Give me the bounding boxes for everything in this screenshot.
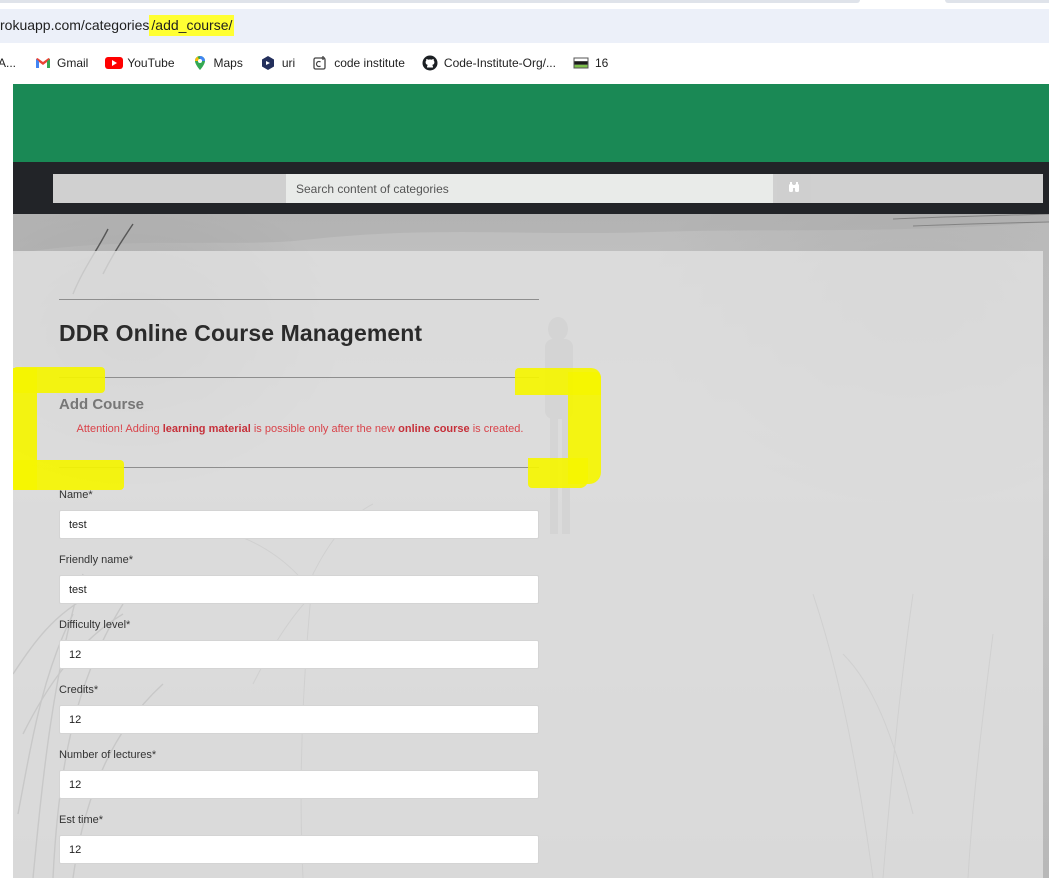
bookmark-github[interactable]: Code-Institute-Org/... [422, 55, 556, 71]
flag-icon [573, 55, 589, 71]
search-input[interactable] [286, 174, 773, 203]
page-title: DDR Online Course Management [59, 320, 423, 346]
bookmark-label: uri [281, 56, 296, 70]
credits-label: Credits* [59, 684, 99, 696]
site-header [13, 84, 1049, 162]
credits-field[interactable] [59, 705, 539, 734]
tab-strip [0, 0, 1049, 8]
uri-icon [260, 55, 276, 71]
bookmark-code-institute[interactable]: code institute [312, 55, 405, 71]
difficulty-level-label: Difficulty level* [59, 619, 131, 631]
github-icon [422, 55, 438, 71]
bookmark-label: A... [0, 56, 17, 70]
friendly-name-field[interactable] [59, 575, 539, 604]
est-time-label: Est time* [59, 814, 104, 826]
url-highlight: /add_course/ [149, 15, 235, 36]
search-button[interactable] [777, 174, 811, 203]
bookmark-uri[interactable]: uri [260, 55, 295, 71]
gmail-icon [35, 55, 51, 71]
address-bar[interactable]: rokuapp.com/categories/add_course/ [0, 9, 1049, 43]
url-text[interactable]: rokuapp.com/categories/add_course/ [0, 15, 235, 36]
binoculars-icon [788, 181, 800, 196]
youtube-icon [105, 55, 124, 71]
bookmark-label: Code-Institute-Org/... [443, 56, 556, 70]
bookmark-item[interactable]: A... [0, 56, 16, 70]
maps-icon [192, 55, 208, 71]
bookmark-label: 16 [594, 56, 609, 70]
attention-text: is created. [469, 423, 524, 435]
number-of-lectures-label: Number of lectures* [59, 749, 157, 761]
attention-emphasis: learning material [162, 423, 251, 435]
attention-emphasis: online course [398, 423, 470, 435]
bookmark-label: Gmail [57, 56, 89, 70]
url-prefix: rokuapp.com/categories [0, 17, 150, 33]
name-label: Name* [59, 489, 93, 501]
annotation-marker [13, 460, 124, 490]
search-bar [13, 162, 1049, 214]
bookmark-maps[interactable]: Maps [192, 55, 243, 71]
number-of-lectures-field[interactable] [59, 770, 539, 799]
divider [59, 299, 539, 300]
code-institute-icon [312, 55, 328, 71]
bookmark-folder[interactable]: 16 [573, 55, 608, 71]
bookmark-label: YouTube [127, 56, 175, 70]
attention-message: Attention! Adding learning material is p… [70, 420, 530, 438]
friendly-name-label: Friendly name* [59, 554, 133, 566]
bookmark-youtube[interactable]: YouTube [105, 55, 175, 71]
annotation-marker [528, 458, 588, 488]
difficulty-level-field[interactable] [59, 640, 539, 669]
bookmark-label: Maps [213, 56, 243, 70]
name-field[interactable] [59, 510, 539, 539]
browser-tab[interactable] [945, 0, 1049, 3]
est-time-field[interactable] [59, 835, 539, 864]
attention-text: is possible only after the new [250, 423, 399, 435]
bookmark-label: code institute [334, 56, 405, 70]
bookmarks-bar: A... Gmail YouTube Maps uri code institu… [0, 43, 1049, 83]
divider [59, 377, 539, 378]
bookmark-gmail[interactable]: Gmail [35, 55, 88, 71]
section-title: Add Course [59, 396, 145, 413]
divider [59, 467, 539, 468]
browser-tab[interactable] [0, 0, 860, 3]
attention-text: Attention! Adding [76, 423, 163, 435]
